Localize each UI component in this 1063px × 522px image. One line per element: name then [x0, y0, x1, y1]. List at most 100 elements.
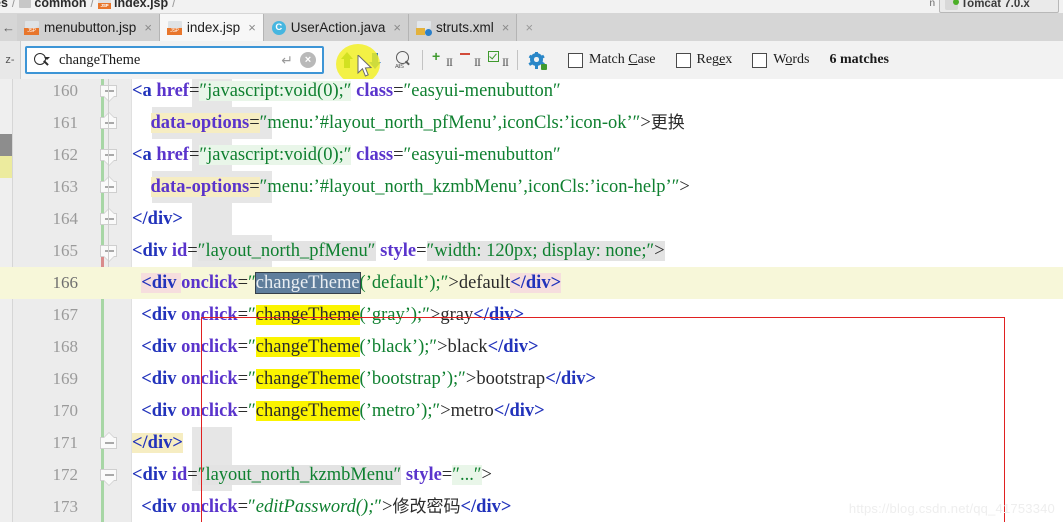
fold-marker-up[interactable]	[100, 113, 118, 133]
search-input[interactable]: changeTheme ↵ ×	[25, 46, 324, 74]
tab-scroll-left-icon[interactable]: ←	[0, 13, 17, 41]
code-token: <div	[141, 305, 182, 325]
code-token: ″javascript:void(0);″	[199, 81, 352, 101]
checked-occurrence-icon: II	[487, 50, 509, 70]
fold-marker-down[interactable]	[100, 145, 118, 165]
fold-region-line	[108, 235, 109, 267]
line-number: 165	[52, 241, 79, 260]
line-number: 168	[52, 337, 79, 356]
side-tool-label: z-	[0, 41, 21, 79]
clear-search-icon[interactable]: ×	[300, 52, 316, 68]
editor-tab-struts-xml[interactable]: struts.xml ×	[408, 14, 518, 41]
code-line-162[interactable]: <a href=″javascript:void(0);″ class=″eas…	[132, 139, 561, 171]
code-token: (’gray’);″	[359, 305, 430, 325]
code-content[interactable]: <a href=″javascript:void(0);″ class=″eas…	[132, 79, 1063, 522]
code-token: <div	[141, 401, 182, 421]
checkbox-box[interactable]	[568, 52, 583, 68]
code-token: ″layout_north_pfMenu″	[197, 241, 376, 261]
code-token: <div	[132, 241, 172, 261]
breadcrumb-item-2[interactable]: index.jsp	[97, 0, 168, 10]
code-token: =	[249, 113, 260, 133]
arrow-down-icon	[368, 52, 382, 69]
run-configuration-selector[interactable]: Tomcat 7.0.x	[939, 0, 1059, 13]
breadcrumb-label-0: es	[0, 0, 8, 10]
code-token: <a	[132, 145, 157, 165]
editor-tab-index-jsp[interactable]: index.jsp ×	[159, 14, 264, 41]
code-line-170[interactable]: <div onclick=″changeTheme(’metro’);″>met…	[132, 395, 545, 427]
code-token: onclick	[181, 273, 238, 293]
line-number: 160	[52, 81, 79, 100]
find-settings-button[interactable]	[524, 47, 550, 73]
code-line-163[interactable]: data-options=″menu:’#layout_north_kzmbMe…	[132, 171, 690, 203]
remove-occurrence-button[interactable]: II	[457, 47, 483, 73]
code-line-167[interactable]: <div onclick=″changeTheme(’gray’);″>gray…	[132, 299, 524, 331]
fold-marker-up[interactable]	[100, 209, 118, 229]
next-occurrence-button[interactable]	[362, 47, 388, 73]
fold-region-line	[108, 171, 109, 203]
regex-checkbox[interactable]: Regex	[675, 52, 732, 68]
code-line-173[interactable]: <div onclick=″editPassword();″>修改密码</div…	[132, 491, 511, 522]
code-line-161[interactable]: data-options=″menu:’#layout_north_pfMenu…	[132, 107, 685, 139]
code-line-165[interactable]: <div id=″layout_north_pfMenu″ style=″wid…	[132, 235, 665, 267]
close-icon[interactable]: ×	[393, 20, 401, 35]
code-line-171[interactable]: </div>	[132, 427, 183, 459]
code-token: >	[382, 497, 393, 517]
folder-icon	[19, 0, 32, 8]
find-toolbar: z- changeTheme ↵ × AllS + II II II Match…	[0, 41, 1063, 80]
code-line-169[interactable]: <div onclick=″changeTheme(’bootstrap’);″…	[132, 363, 596, 395]
search-match: changeTheme	[255, 369, 360, 389]
fold-marker-up[interactable]	[100, 177, 118, 197]
code-line-172[interactable]: <div id=″layout_north_kzmbMenu″ style=″.…	[132, 459, 492, 491]
breadcrumb-separator: /	[11, 0, 16, 10]
fold-marker-down[interactable]	[100, 81, 118, 101]
editor-tab-menubutton-jsp[interactable]: menubutton.jsp ×	[17, 14, 160, 41]
close-icon[interactable]: ×	[144, 20, 152, 35]
words-checkbox[interactable]: Words	[752, 52, 810, 68]
code-token: ″	[248, 401, 256, 421]
code-line-168[interactable]: <div onclick=″changeTheme(’black’);″>bla…	[132, 331, 539, 363]
breadcrumb-item-0[interactable]: es	[0, 0, 8, 10]
select-all-occurrences-button[interactable]: AllS	[390, 47, 416, 73]
code-token: >	[640, 113, 651, 133]
jsp-file-icon	[24, 20, 39, 35]
code-line-160[interactable]: <a href=″javascript:void(0);″ class=″eas…	[132, 79, 561, 107]
checkbox-box[interactable]	[675, 52, 691, 68]
code-editor[interactable]: 160 161 162 163 164 165 166 167 168 169 170 171 172 1…	[0, 79, 1063, 522]
tab-label: menubutton.jsp	[44, 20, 137, 35]
code-token: =	[237, 273, 249, 293]
code-token: =	[393, 145, 404, 165]
code-token: style	[380, 241, 417, 261]
line-number: 164	[52, 209, 79, 228]
line-number: 163	[52, 177, 79, 196]
code-token: data-options	[150, 113, 250, 133]
code-line-164[interactable]: </div>	[132, 203, 183, 235]
fold-marker-down[interactable]	[100, 241, 118, 261]
code-token: href	[156, 81, 189, 101]
add-occurrence-button[interactable]: + II	[429, 47, 455, 73]
select-all-carets-button[interactable]: II	[485, 47, 511, 73]
match-case-checkbox[interactable]: Match Case	[568, 52, 656, 68]
search-input-value[interactable]: changeTheme	[55, 52, 281, 69]
close-icon[interactable]: ×	[248, 20, 256, 35]
fold-marker-down[interactable]	[100, 465, 118, 485]
code-token: =	[188, 81, 200, 101]
line-number: 169	[52, 369, 79, 388]
match-count-label: 6 matches	[829, 52, 890, 67]
checkbox-box[interactable]	[752, 52, 768, 68]
fold-marker-up[interactable]	[100, 433, 118, 453]
code-token: ″	[374, 497, 383, 517]
breadcrumb-item-1[interactable]: common	[19, 0, 86, 10]
search-icon[interactable]	[33, 52, 50, 69]
code-token: >default	[448, 273, 511, 293]
line-number: 166	[52, 273, 79, 292]
previous-occurrence-button[interactable]	[334, 47, 360, 73]
code-token: >gray	[429, 305, 474, 325]
code-token: =	[393, 81, 404, 101]
code-token: ″width: 120px; display: none;″	[426, 241, 655, 261]
jsp-file-icon	[166, 20, 182, 35]
tabbar-close-icon[interactable]: ×	[517, 13, 542, 41]
editor-tab-useraction-java[interactable]: UserAction.java ×	[263, 14, 409, 41]
close-icon[interactable]: ×	[502, 20, 510, 35]
code-line-166[interactable]: <div onclick=″changeTheme(’default’);″>d…	[132, 267, 562, 299]
magnifier-all-icon: AllS	[394, 51, 412, 70]
